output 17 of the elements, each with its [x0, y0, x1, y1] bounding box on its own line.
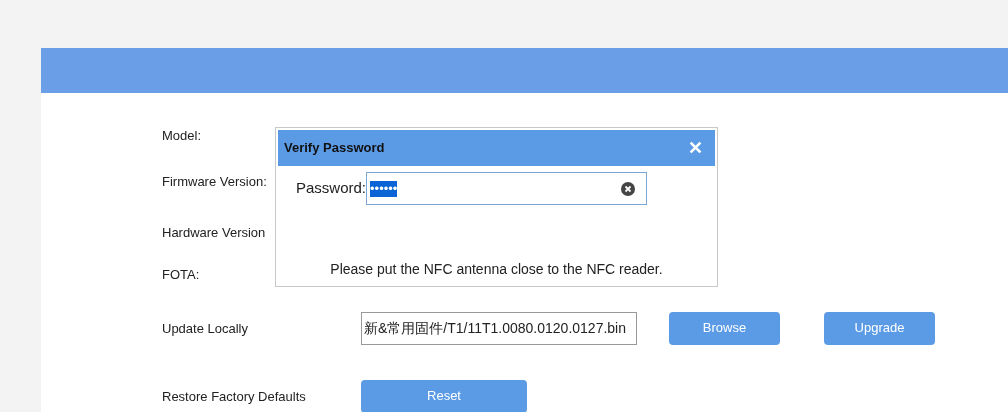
clear-icon[interactable] [621, 181, 636, 196]
password-label: Password: [296, 178, 367, 199]
field-label: Update Locally [162, 321, 248, 336]
close-button[interactable]: ✕ [688, 134, 703, 162]
field-label: Restore Factory Defaults [162, 389, 306, 404]
browse-button[interactable]: Browse [669, 311, 780, 345]
dialog-title: Verify Password [284, 139, 385, 158]
field-label: FOTA: [162, 267, 200, 282]
password-field[interactable]: •••••• [366, 172, 648, 205]
field-label: Firmware Version: [162, 174, 267, 189]
field-label: Hardware Version [162, 225, 266, 240]
reset-button[interactable]: Reset [361, 379, 527, 412]
nfc-instruction: Please put the NFC antenna close to the NFC reader. [329, 260, 664, 279]
file-path-field[interactable]: 新&常用固件/T1/11T1.0080.0120.0127.bin [361, 311, 637, 345]
upgrade-button[interactable]: Upgrade [824, 311, 935, 345]
field-label: Model: [162, 128, 202, 143]
password-value: •••••• [370, 180, 398, 197]
